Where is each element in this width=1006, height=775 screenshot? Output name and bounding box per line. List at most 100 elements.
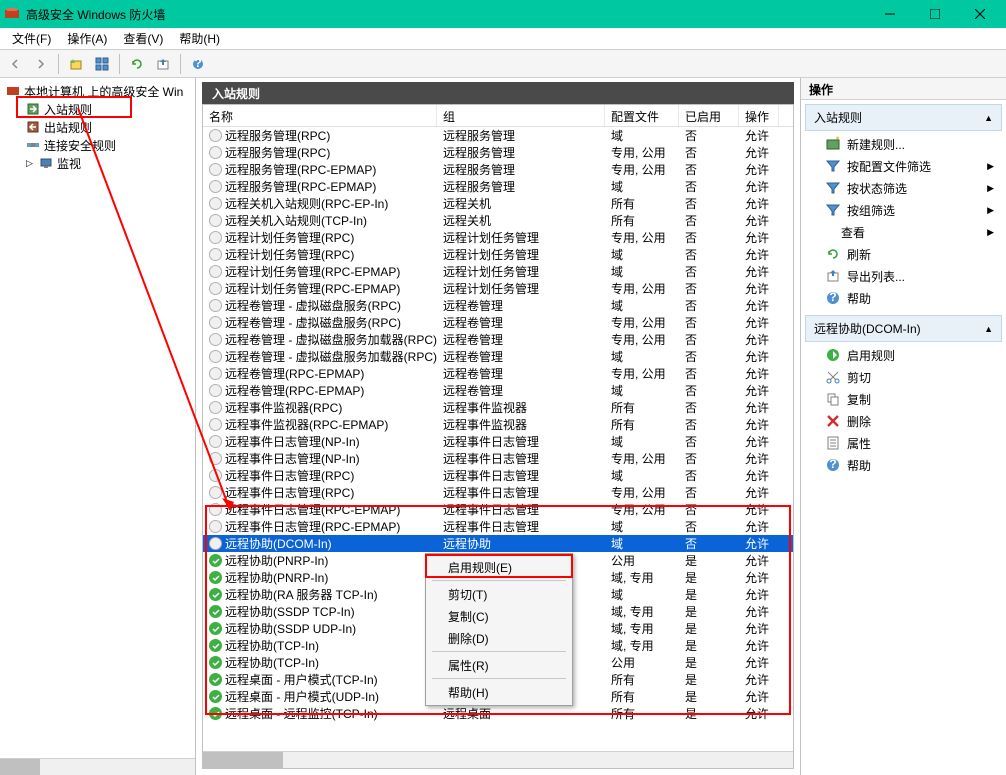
rule-name: 远程协助(TCP-In) xyxy=(225,637,319,654)
cm-enable[interactable]: 启用规则(E) xyxy=(428,556,570,578)
rules-hscroll[interactable] xyxy=(203,751,793,768)
rule-row[interactable]: 远程卷管理 - 虚拟磁盘服务(RPC)远程卷管理专用, 公用否允许 xyxy=(203,314,793,331)
rule-profile: 专用, 公用 xyxy=(605,501,679,518)
rule-row[interactable]: 远程服务管理(RPC)远程服务管理专用, 公用否允许 xyxy=(203,144,793,161)
rule-row[interactable]: 远程协助(DCOM-In)远程协助域否允许 xyxy=(203,535,793,552)
tree-root-label: 本地计算机 上的高级安全 Win xyxy=(24,83,183,100)
rule-row[interactable]: 远程卷管理 - 虚拟磁盘服务(RPC)远程卷管理域否允许 xyxy=(203,297,793,314)
action-label: 复制 xyxy=(847,391,871,408)
tree-connection[interactable]: 连接安全规则 xyxy=(2,136,193,154)
rule-row[interactable]: 远程关机入站规则(TCP-In)远程关机所有否允许 xyxy=(203,212,793,229)
action-filter-profile[interactable]: 按配置文件筛选 ▶ xyxy=(805,155,1002,177)
rule-enabled: 否 xyxy=(679,348,739,365)
rule-enabled: 是 xyxy=(679,705,739,722)
cm-delete[interactable]: 删除(D) xyxy=(428,627,570,649)
rule-row[interactable]: 远程桌面 - 远程监控(TCP-In)远程桌面所有是允许 xyxy=(203,705,793,722)
col-enabled[interactable]: 已启用 xyxy=(679,105,739,126)
menu-file[interactable]: 文件(F) xyxy=(4,28,59,49)
cm-help[interactable]: 帮助(H) xyxy=(428,681,570,703)
menu-help[interactable]: 帮助(H) xyxy=(171,28,228,49)
rule-row[interactable]: 远程事件日志管理(NP-In)远程事件日志管理域否允许 xyxy=(203,433,793,450)
rule-action: 允许 xyxy=(739,603,779,620)
back-button[interactable] xyxy=(4,53,26,75)
action-new-rule[interactable]: 新建规则... xyxy=(805,133,1002,155)
rule-row[interactable]: 远程卷管理(RPC-EPMAP)远程卷管理专用, 公用否允许 xyxy=(203,365,793,382)
rule-group: 远程服务管理 xyxy=(437,178,605,195)
rule-row[interactable]: 远程事件日志管理(NP-In)远程事件日志管理专用, 公用否允许 xyxy=(203,450,793,467)
new-button[interactable] xyxy=(65,53,87,75)
action-copy[interactable]: 复制 xyxy=(805,388,1002,410)
rule-name: 远程服务管理(RPC) xyxy=(225,127,330,144)
rule-name: 远程协助(SSDP TCP-In) xyxy=(225,603,355,620)
rule-row[interactable]: 远程卷管理 - 虚拟磁盘服务加载器(RPC)远程卷管理专用, 公用否允许 xyxy=(203,331,793,348)
rule-row[interactable]: 远程服务管理(RPC-EPMAP)远程服务管理域否允许 xyxy=(203,178,793,195)
col-name[interactable]: 名称 xyxy=(203,105,437,126)
rule-action: 允许 xyxy=(739,178,779,195)
rule-row[interactable]: 远程事件监视器(RPC)远程事件监视器所有否允许 xyxy=(203,399,793,416)
action-group-inbound[interactable]: 入站规则 ▲ xyxy=(805,104,1002,131)
close-button[interactable] xyxy=(957,0,1002,28)
tree-root[interactable]: 本地计算机 上的高级安全 Win xyxy=(2,82,193,100)
collapse-icon: ▲ xyxy=(984,324,993,334)
rule-group: 远程卷管理 xyxy=(437,331,605,348)
view-button[interactable] xyxy=(91,53,113,75)
rule-row[interactable]: 远程服务管理(RPC-EPMAP)远程服务管理专用, 公用否允许 xyxy=(203,161,793,178)
action-label: 按状态筛选 xyxy=(847,180,907,197)
action-cut[interactable]: 剪切 xyxy=(805,366,1002,388)
rule-row[interactable]: 远程事件日志管理(RPC-EPMAP)远程事件日志管理域否允许 xyxy=(203,518,793,535)
rule-enabled: 否 xyxy=(679,433,739,450)
refresh-button[interactable] xyxy=(126,53,148,75)
menu-action[interactable]: 操作(A) xyxy=(59,28,115,49)
rule-row[interactable]: 远程计划任务管理(RPC-EPMAP)远程计划任务管理域否允许 xyxy=(203,263,793,280)
rule-action: 允许 xyxy=(739,331,779,348)
tree-outbound[interactable]: 出站规则 xyxy=(2,118,193,136)
col-profile[interactable]: 配置文件 xyxy=(605,105,679,126)
forward-button[interactable] xyxy=(30,53,52,75)
action-filter-group[interactable]: 按组筛选 ▶ xyxy=(805,199,1002,221)
tree-hscroll[interactable] xyxy=(0,758,195,775)
expand-icon[interactable]: ▷ xyxy=(26,158,35,169)
menu-view[interactable]: 查看(V) xyxy=(115,28,171,49)
action-enable[interactable]: 启用规则 xyxy=(805,344,1002,366)
rule-action: 允许 xyxy=(739,637,779,654)
rule-row[interactable]: 远程卷管理 - 虚拟磁盘服务加载器(RPC)远程卷管理域否允许 xyxy=(203,348,793,365)
action-label: 帮助 xyxy=(847,457,871,474)
rule-row[interactable]: 远程事件日志管理(RPC-EPMAP)远程事件日志管理专用, 公用否允许 xyxy=(203,501,793,518)
action-help[interactable]: ? 帮助 xyxy=(805,287,1002,309)
action-filter-state[interactable]: 按状态筛选 ▶ xyxy=(805,177,1002,199)
rule-group: 远程服务管理 xyxy=(437,161,605,178)
rule-group: 远程服务管理 xyxy=(437,127,605,144)
action-view[interactable]: 查看 ▶ xyxy=(805,221,1002,243)
rule-name: 远程计划任务管理(RPC-EPMAP) xyxy=(225,280,400,297)
minimize-button[interactable] xyxy=(867,0,912,28)
col-action[interactable]: 操作 xyxy=(739,105,779,126)
cm-cut[interactable]: 剪切(T) xyxy=(428,583,570,605)
rule-row[interactable]: 远程事件日志管理(RPC)远程事件日志管理专用, 公用否允许 xyxy=(203,484,793,501)
rule-row[interactable]: 远程计划任务管理(RPC)远程计划任务管理专用, 公用否允许 xyxy=(203,229,793,246)
rule-row[interactable]: 远程计划任务管理(RPC-EPMAP)远程计划任务管理专用, 公用否允许 xyxy=(203,280,793,297)
col-group[interactable]: 组 xyxy=(437,105,605,126)
tree-monitor[interactable]: ▷ 监视 xyxy=(2,154,193,172)
rule-row[interactable]: 远程计划任务管理(RPC)远程计划任务管理域否允许 xyxy=(203,246,793,263)
action-delete[interactable]: 删除 xyxy=(805,410,1002,432)
action-export[interactable]: 导出列表... xyxy=(805,265,1002,287)
rule-row[interactable]: 远程事件日志管理(RPC)远程事件日志管理域否允许 xyxy=(203,467,793,484)
circle-icon xyxy=(209,265,222,278)
tree-inbound[interactable]: 入站规则 xyxy=(2,100,193,118)
rule-row[interactable]: 远程服务管理(RPC)远程服务管理域否允许 xyxy=(203,127,793,144)
rule-row[interactable]: 远程事件监视器(RPC-EPMAP)远程事件监视器所有否允许 xyxy=(203,416,793,433)
rule-row[interactable]: 远程卷管理(RPC-EPMAP)远程卷管理域否允许 xyxy=(203,382,793,399)
action-props[interactable]: 属性 xyxy=(805,432,1002,454)
action-group-selected[interactable]: 远程协助(DCOM-In) ▲ xyxy=(805,315,1002,342)
action-refresh[interactable]: 刷新 xyxy=(805,243,1002,265)
action-help2[interactable]: ? 帮助 xyxy=(805,454,1002,476)
menubar: 文件(F) 操作(A) 查看(V) 帮助(H) xyxy=(0,28,1006,50)
context-menu: 启用规则(E) 剪切(T) 复制(C) 删除(D) 属性(R) 帮助(H) xyxy=(425,553,573,706)
export-button[interactable] xyxy=(152,53,174,75)
rule-row[interactable]: 远程关机入站规则(RPC-EP-In)远程关机所有否允许 xyxy=(203,195,793,212)
maximize-button[interactable] xyxy=(912,0,957,28)
rule-enabled: 否 xyxy=(679,144,739,161)
cm-props[interactable]: 属性(R) xyxy=(428,654,570,676)
help-button[interactable]: ? xyxy=(187,53,209,75)
cm-copy[interactable]: 复制(C) xyxy=(428,605,570,627)
